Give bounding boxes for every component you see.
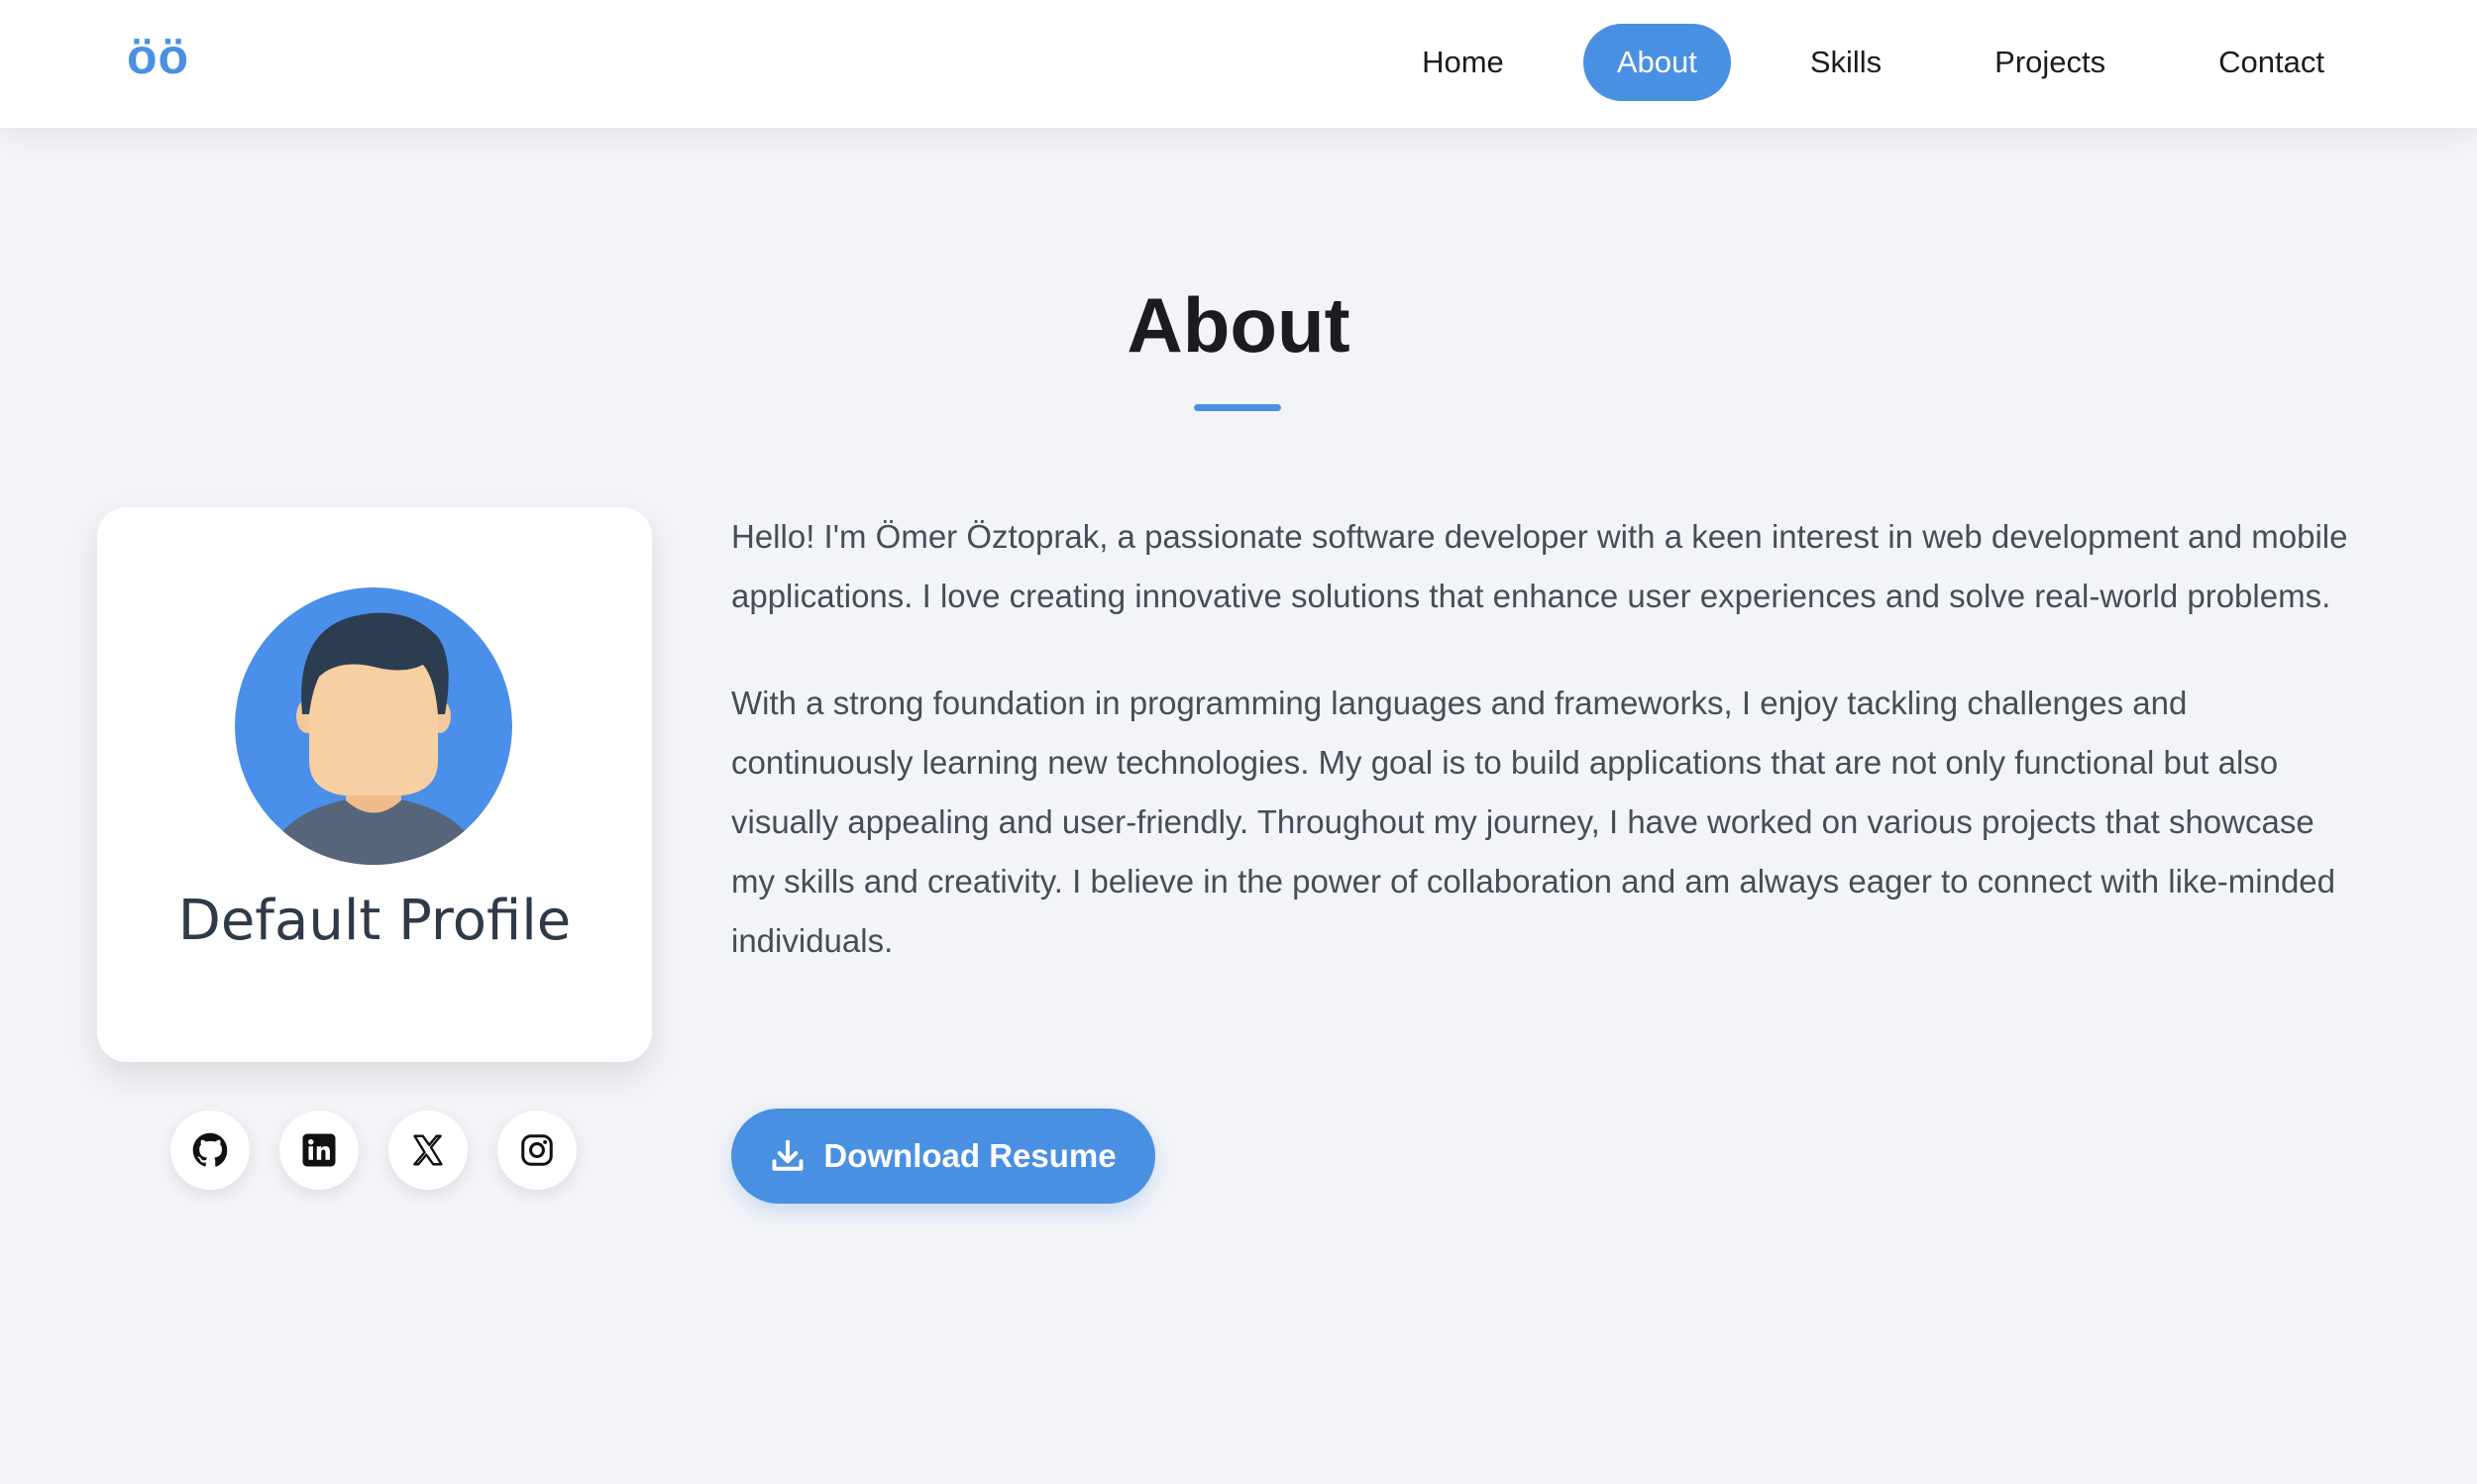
bio: Hello! I'm Ömer Öztoprak, a passionate s… (731, 507, 2356, 1018)
download-icon (772, 1139, 804, 1171)
nav-menu: Home About Skills Projects Contact (1343, 24, 2358, 101)
nav-item-skills[interactable]: Skills (1777, 24, 1915, 101)
x-icon (413, 1134, 443, 1166)
profile-card: Default Profile (97, 507, 652, 1062)
github-icon (192, 1132, 228, 1167)
avatar (235, 587, 512, 865)
download-resume-label: Download Resume (823, 1137, 1117, 1174)
github-link[interactable] (170, 1111, 250, 1190)
navbar: öö Home About Skills Projects Contact (0, 0, 2477, 128)
instagram-icon (521, 1134, 553, 1166)
social-links (170, 1111, 606, 1190)
nav-item-contact[interactable]: Contact (2185, 24, 2358, 101)
nav-item-projects[interactable]: Projects (1961, 24, 2139, 101)
logo[interactable]: öö (127, 28, 189, 85)
linkedin-link[interactable] (279, 1111, 359, 1190)
download-resume-button[interactable]: Download Resume (731, 1109, 1155, 1204)
title-underline (1194, 404, 1281, 411)
nav-item-about[interactable]: About (1582, 24, 1731, 101)
bio-paragraph: Hello! I'm Ömer Öztoprak, a passionate s… (731, 518, 2348, 614)
x-link[interactable] (388, 1111, 468, 1190)
instagram-link[interactable] (497, 1111, 577, 1190)
section-title: About (1127, 281, 1350, 369)
profile-name: Default Profile (177, 889, 572, 953)
linkedin-icon (302, 1133, 336, 1167)
bio-paragraph: With a strong foundation in programming … (731, 685, 2336, 959)
nav-item-home[interactable]: Home (1388, 24, 1538, 101)
